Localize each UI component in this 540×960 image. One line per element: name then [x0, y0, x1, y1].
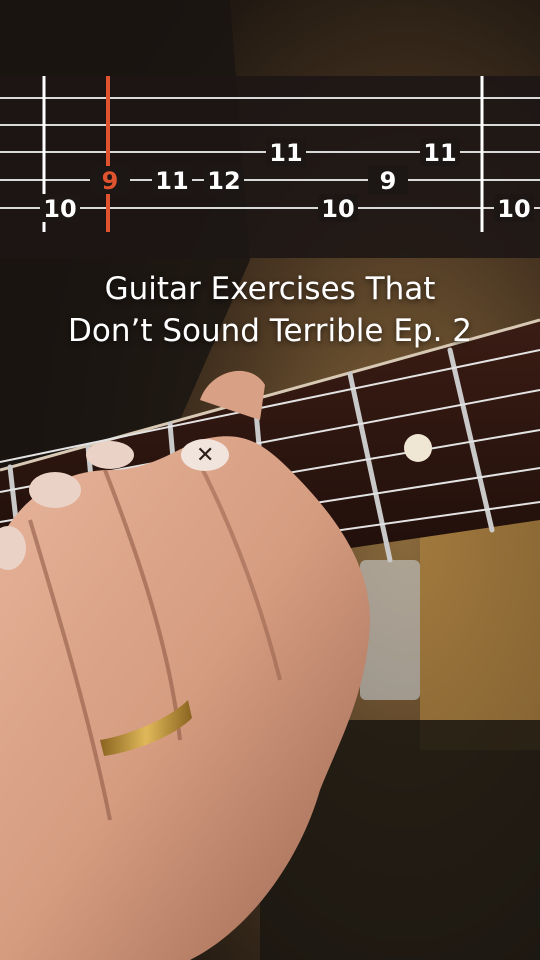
tab-note: 11: [423, 139, 456, 167]
tablature-panel: 10 9 11 12 11 10 9 11 10: [0, 76, 540, 258]
tab-note: 12: [207, 167, 240, 195]
tablature-staff: 10 9 11 12 11 10 9 11 10: [0, 76, 540, 232]
tab-note: 10: [497, 195, 530, 223]
title-line-2: Don’t Sound Terrible Ep. 2: [67, 313, 473, 349]
video-title: Guitar Exercises That Don’t Sound Terrib…: [0, 268, 540, 352]
tab-note: 11: [269, 139, 302, 167]
title-line-1: Guitar Exercises That: [104, 271, 436, 307]
tab-note: 9: [380, 167, 397, 195]
tab-note: 11: [155, 167, 188, 195]
tab-note: 10: [321, 195, 354, 223]
tab-note: 9: [102, 167, 119, 195]
svg-text:✕: ✕: [196, 443, 214, 468]
tab-note: 10: [43, 195, 76, 223]
